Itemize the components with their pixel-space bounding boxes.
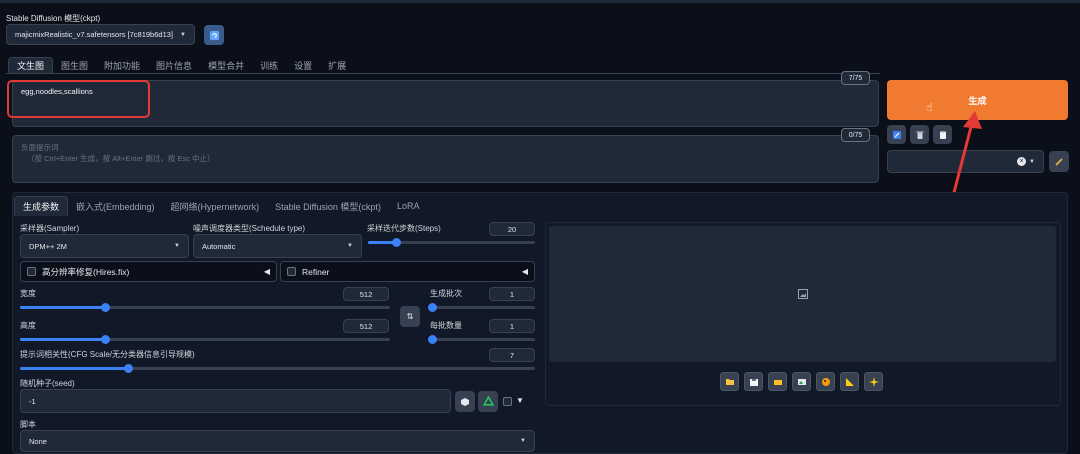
model-select[interactable]: majicmixRealistic_v7.safetensors [7c819b… bbox=[6, 24, 195, 45]
negative-placeholder-line1: 负面提示词 bbox=[21, 143, 59, 152]
tab-checkpoints[interactable]: Stable Diffusion 模型(ckpt) bbox=[267, 196, 389, 216]
refresh-icon[interactable] bbox=[204, 25, 224, 45]
chevron-down-icon: ▼ bbox=[347, 243, 353, 249]
hires-accordion[interactable]: 高分辨率修复(Hires.fix) ◀ bbox=[20, 261, 277, 282]
tab-generation[interactable]: 生成参数 bbox=[14, 196, 69, 216]
batch-count-slider-handle[interactable] bbox=[428, 303, 437, 312]
cfg-slider[interactable] bbox=[20, 364, 535, 373]
swap-dimensions-icon[interactable]: ⇅ bbox=[400, 306, 420, 327]
sampler-label: 采样器(Sampler) bbox=[20, 224, 80, 233]
schedule-value: Automatic bbox=[202, 241, 236, 251]
width-input[interactable]: 512 bbox=[343, 287, 389, 301]
dice-icon[interactable] bbox=[455, 391, 475, 412]
edit-styles-icon[interactable] bbox=[1049, 151, 1069, 172]
chevron-down-icon: ▼ bbox=[174, 243, 180, 249]
refiner-label: Refiner bbox=[302, 266, 330, 277]
seed-label: 随机种子(seed) bbox=[20, 379, 75, 388]
batch-size-slider-handle[interactable] bbox=[428, 335, 437, 344]
sampler-select[interactable]: DPM++ 2M ▼ bbox=[20, 234, 189, 258]
tab-settings[interactable]: 设置 bbox=[286, 57, 320, 73]
script-value: None bbox=[29, 436, 47, 446]
trash-icon[interactable] bbox=[910, 125, 929, 144]
steps-input[interactable]: 20 bbox=[489, 222, 535, 236]
cfg-slider-fill bbox=[20, 367, 129, 370]
batch-count-label: 生成批次 bbox=[430, 289, 462, 298]
batch-size-input[interactable]: 1 bbox=[489, 319, 535, 333]
tabs-divider bbox=[6, 73, 880, 74]
height-slider-fill bbox=[20, 338, 106, 341]
negative-token-counter: 0/75 bbox=[841, 128, 870, 142]
tab-train[interactable]: 训练 bbox=[252, 57, 286, 73]
script-select[interactable]: None ▼ bbox=[20, 430, 535, 452]
palette-icon[interactable] bbox=[816, 372, 835, 391]
tab-extras[interactable]: 附加功能 bbox=[96, 57, 148, 73]
prompt-token-counter: 7/75 bbox=[841, 71, 870, 85]
tab-img2img[interactable]: 图生图 bbox=[53, 57, 96, 73]
tab-extensions[interactable]: 扩展 bbox=[320, 57, 354, 73]
collapse-icon: ◀ bbox=[521, 267, 528, 276]
cfg-label: 提示词相关性(CFG Scale/无分类器信息引导规模) bbox=[20, 350, 195, 359]
sampler-value: DPM++ 2M bbox=[29, 241, 67, 251]
steps-label: 采样迭代步数(Steps) bbox=[367, 224, 441, 233]
batch-size-slider[interactable] bbox=[428, 335, 535, 344]
script-label: 脚本 bbox=[20, 420, 36, 429]
chevron-down-icon: ▼ bbox=[520, 438, 526, 444]
schedule-label: 噪声调度器类型(Schedule type) bbox=[193, 224, 306, 233]
tab-embedding[interactable]: 嵌入式(Embedding) bbox=[68, 196, 163, 216]
collapse-icon: ◀ bbox=[263, 267, 270, 276]
caret-down-icon[interactable]: ▼ bbox=[516, 396, 524, 405]
steps-slider[interactable] bbox=[368, 238, 535, 247]
batch-size-label: 每批数量 bbox=[430, 321, 462, 330]
width-slider[interactable] bbox=[20, 303, 390, 312]
main-tabs: 文生图 图生图 附加功能 图片信息 模型合并 训练 设置 扩展 bbox=[8, 57, 354, 73]
zip-icon[interactable] bbox=[768, 372, 787, 391]
output-image-area bbox=[549, 226, 1056, 362]
refiner-checkbox[interactable] bbox=[287, 267, 296, 276]
sub-tabs: 生成参数 嵌入式(Embedding) 超网络(Hypernetwork) St… bbox=[14, 196, 427, 216]
tab-hypernetwork[interactable]: 超网络(Hypernetwork) bbox=[163, 196, 268, 216]
negative-placeholder-line2: （按 Ctrl+Enter 生成，按 Alt+Enter 跳过，按 Esc 中止… bbox=[27, 154, 215, 163]
width-label: 宽度 bbox=[20, 289, 36, 298]
cfg-input[interactable]: 7 bbox=[489, 348, 535, 362]
pencil-icon[interactable] bbox=[887, 125, 906, 144]
hires-label: 高分辨率修复(Hires.fix) bbox=[42, 266, 130, 277]
schedule-select[interactable]: Automatic ▼ bbox=[193, 234, 362, 258]
tab-png-info[interactable]: 图片信息 bbox=[148, 57, 200, 73]
negative-prompt-input[interactable]: 负面提示词 （按 Ctrl+Enter 生成，按 Alt+Enter 跳过，按 … bbox=[12, 135, 879, 183]
width-slider-fill bbox=[20, 306, 106, 309]
folder-icon[interactable] bbox=[720, 372, 739, 391]
tab-checkpoint-merger[interactable]: 模型合并 bbox=[200, 57, 252, 73]
top-border bbox=[0, 0, 1080, 3]
recycle-icon[interactable] bbox=[478, 391, 498, 412]
webui-app: Stable Diffusion 模型(ckpt) majicmixRealis… bbox=[0, 0, 1080, 454]
tab-lora[interactable]: LoRA bbox=[389, 196, 428, 216]
output-toolbar bbox=[720, 372, 883, 391]
chevron-down-icon: ▼ bbox=[1029, 158, 1035, 165]
hires-checkbox[interactable] bbox=[27, 267, 36, 276]
save-icon[interactable] bbox=[744, 372, 763, 391]
chevron-down-icon: ▼ bbox=[180, 31, 186, 38]
refiner-accordion[interactable]: Refiner ◀ bbox=[280, 261, 535, 282]
seed-input[interactable]: -1 bbox=[20, 389, 451, 413]
image-placeholder-icon bbox=[797, 289, 808, 299]
model-label: Stable Diffusion 模型(ckpt) bbox=[6, 14, 101, 23]
seed-value: -1 bbox=[29, 396, 36, 406]
tab-txt2img[interactable]: 文生图 bbox=[8, 57, 54, 73]
model-select-value: majicmixRealistic_v7.safetensors [7c819b… bbox=[15, 30, 173, 39]
sparkle-icon[interactable] bbox=[864, 372, 883, 391]
highlight-box bbox=[7, 80, 150, 118]
extra-seed-checkbox[interactable] bbox=[503, 397, 512, 406]
x-circle-icon[interactable]: × bbox=[1017, 157, 1027, 166]
height-slider[interactable] bbox=[20, 335, 390, 344]
image-icon[interactable] bbox=[792, 372, 811, 391]
ruler-icon[interactable] bbox=[840, 372, 859, 391]
batch-count-input[interactable]: 1 bbox=[489, 287, 535, 301]
batch-count-slider[interactable] bbox=[428, 303, 535, 312]
height-label: 高度 bbox=[20, 321, 36, 330]
height-input[interactable]: 512 bbox=[343, 319, 389, 333]
